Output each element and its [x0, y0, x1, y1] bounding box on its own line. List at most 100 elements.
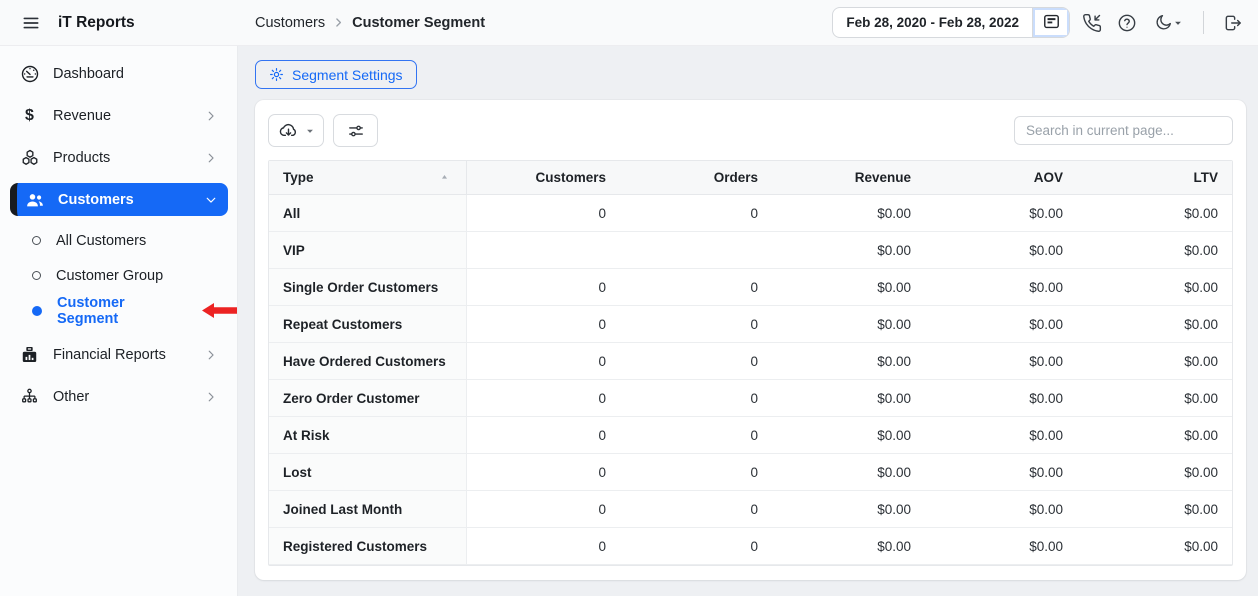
phone-incoming-icon[interactable] [1078, 9, 1105, 36]
chevron-right-icon [204, 109, 218, 123]
date-panel-button[interactable] [1032, 8, 1069, 37]
cell-customers: 0 [467, 269, 620, 306]
sidebar-item-other[interactable]: Other [9, 380, 228, 413]
cell-revenue: $0.00 [772, 491, 925, 528]
cell-aov: $0.00 [925, 269, 1077, 306]
table-row[interactable]: At Risk 0 0 $0.00 $0.00 $0.00 [269, 417, 1232, 454]
cloud-download-icon [278, 120, 299, 141]
sidebar-subitem-label: Customer Segment [57, 294, 125, 327]
cell-type: Repeat Customers [269, 306, 467, 343]
cell-type: All [269, 195, 467, 232]
column-header-type[interactable]: Type [269, 161, 467, 195]
menu-icon[interactable] [19, 11, 43, 35]
cell-ltv: $0.00 [1077, 491, 1232, 528]
cell-aov: $0.00 [925, 454, 1077, 491]
cell-aov: $0.00 [925, 528, 1077, 565]
sidebar-item-label: Financial Reports [53, 346, 166, 363]
cell-revenue: $0.00 [772, 343, 925, 380]
cell-revenue: $0.00 [772, 306, 925, 343]
cell-aov: $0.00 [925, 232, 1077, 269]
cell-type: Joined Last Month [269, 491, 467, 528]
radio-bullet-icon [32, 236, 41, 245]
sidebar-item-dashboard[interactable]: Dashboard [9, 57, 228, 90]
table-toolbar [268, 114, 1233, 147]
cell-ltv: $0.00 [1077, 195, 1232, 232]
sidebar-item-label: Revenue [53, 107, 112, 124]
cell-type: Have Ordered Customers [269, 343, 467, 380]
cell-revenue: $0.00 [772, 454, 925, 491]
segment-settings-button[interactable]: Segment Settings [255, 60, 417, 89]
sidebar-subitem-label: Customer Group [56, 267, 164, 284]
help-icon[interactable] [1113, 9, 1140, 36]
cell-revenue: $0.00 [772, 528, 925, 565]
cell-customers: 0 [467, 380, 620, 417]
cell-customers: 0 [467, 491, 620, 528]
cell-customers: 0 [467, 306, 620, 343]
cell-customers [467, 232, 620, 269]
cell-ltv: $0.00 [1077, 232, 1232, 269]
breadcrumb-parent[interactable]: Customers [255, 15, 325, 31]
cell-revenue: $0.00 [772, 269, 925, 306]
cell-aov: $0.00 [925, 380, 1077, 417]
sidebar-item-financial-reports[interactable]: Financial Reports [9, 338, 228, 371]
sidebar-item-all-customers[interactable]: All Customers [0, 223, 237, 258]
main-content: Segment Settings Search in current page.… [238, 46, 1258, 596]
table-row[interactable]: Single Order Customers 0 0 $0.00 $0.00 $… [269, 269, 1232, 306]
sidebar-item-customer-group[interactable]: Customer Group [0, 258, 237, 293]
export-button[interactable] [268, 114, 324, 147]
sidebar-item-label: Customers [58, 191, 134, 208]
table-row[interactable]: Lost 0 0 $0.00 $0.00 $0.00 [269, 454, 1232, 491]
sidebar-item-products[interactable]: Products [9, 141, 228, 174]
column-header-ltv[interactable]: LTV [1077, 161, 1232, 195]
cell-type: VIP [269, 232, 467, 269]
table-card: Type Customers Orders Revenue AOV LTV [255, 100, 1246, 580]
dashboard-gauge-icon [19, 64, 40, 84]
date-range-value[interactable]: Feb 28, 2020 - Feb 28, 2022 [833, 8, 1032, 37]
cell-aov: $0.00 [925, 306, 1077, 343]
cell-ltv: $0.00 [1077, 417, 1232, 454]
cell-orders: 0 [620, 343, 772, 380]
table-row[interactable]: Repeat Customers 0 0 $0.00 $0.00 $0.00 [269, 306, 1232, 343]
cell-customers: 0 [467, 417, 620, 454]
sidebar-item-customers[interactable]: Customers [10, 183, 228, 216]
cell-ltv: $0.00 [1077, 269, 1232, 306]
table-row[interactable]: All 0 0 $0.00 $0.00 $0.00 [269, 195, 1232, 232]
chevron-right-icon [332, 16, 345, 29]
products-boxes-icon [19, 148, 40, 168]
segments-table: Type Customers Orders Revenue AOV LTV Al… [268, 160, 1233, 566]
sidebar-item-revenue[interactable]: $ Revenue [9, 99, 228, 132]
column-header-aov[interactable]: AOV [925, 161, 1077, 195]
dollar-icon: $ [25, 106, 34, 124]
topbar: iT Reports Customers Customer Segment Fe… [0, 0, 1258, 46]
brand-area: iT Reports [0, 11, 238, 35]
divider [1203, 11, 1204, 34]
cell-orders: 0 [620, 528, 772, 565]
chevron-right-icon [204, 390, 218, 404]
table-row[interactable]: Have Ordered Customers 0 0 $0.00 $0.00 $… [269, 343, 1232, 380]
radio-bullet-icon [32, 305, 42, 316]
column-header-orders[interactable]: Orders [620, 161, 772, 195]
column-header-customers[interactable]: Customers [467, 161, 620, 195]
sidebar-item-label: Dashboard [53, 65, 124, 82]
table-row[interactable]: VIP $0.00 $0.00 $0.00 [269, 232, 1232, 269]
cell-aov: $0.00 [925, 491, 1077, 528]
sidebar: Dashboard $ Revenue Products Customers A… [0, 46, 238, 596]
search-input[interactable] [1014, 116, 1233, 145]
cell-orders: 0 [620, 417, 772, 454]
cell-orders: 0 [620, 491, 772, 528]
radio-bullet-icon [32, 271, 41, 280]
theme-toggle[interactable] [1148, 9, 1188, 36]
sidebar-item-customer-segment[interactable]: Customer Segment [0, 293, 237, 328]
logout-icon[interactable] [1219, 9, 1246, 36]
table-row[interactable]: Joined Last Month 0 0 $0.00 $0.00 $0.00 [269, 491, 1232, 528]
column-label: Type [283, 170, 314, 185]
chevron-right-icon [204, 348, 218, 362]
table-row[interactable]: Zero Order Customer 0 0 $0.00 $0.00 $0.0… [269, 380, 1232, 417]
cell-type: Zero Order Customer [269, 380, 467, 417]
filter-sliders-button[interactable] [333, 114, 378, 147]
moon-icon [1154, 13, 1173, 32]
cell-orders: 0 [620, 380, 772, 417]
table-row[interactable]: Registered Customers 0 0 $0.00 $0.00 $0.… [269, 528, 1232, 565]
column-header-revenue[interactable]: Revenue [772, 161, 925, 195]
cell-revenue: $0.00 [772, 195, 925, 232]
